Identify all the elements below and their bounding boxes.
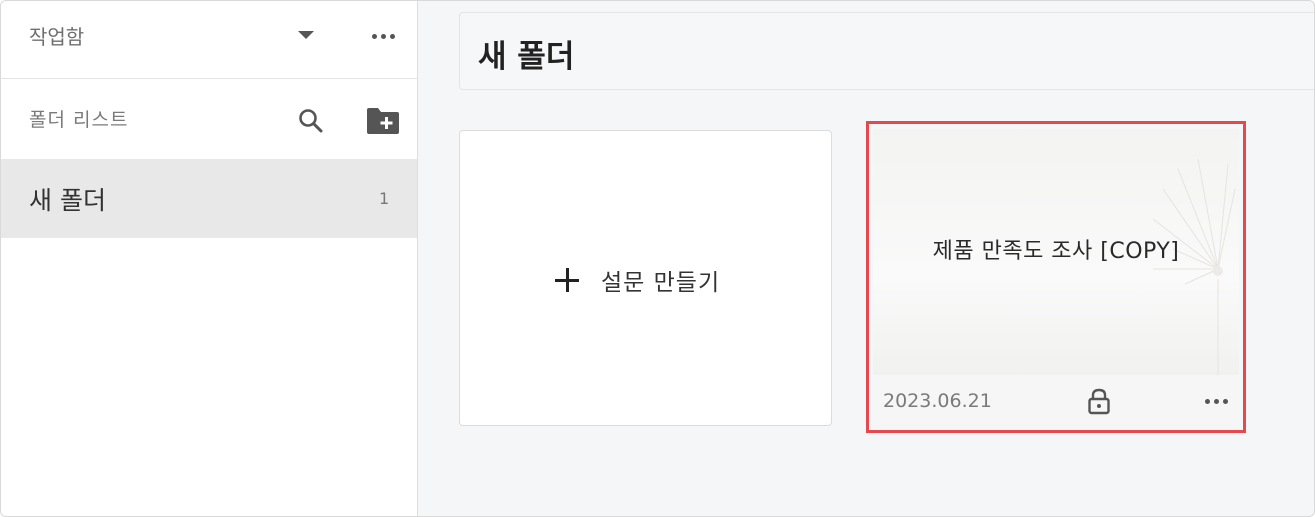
survey-card-footer: 2023.06.21 bbox=[873, 375, 1239, 429]
folder-list-label: 폴더 리스트 bbox=[29, 109, 129, 131]
survey-thumbnail: 제품 만족도 조사 [COPY] bbox=[873, 129, 1239, 375]
create-survey-content: 설문 만들기 bbox=[555, 263, 720, 297]
plus-icon bbox=[555, 268, 579, 292]
survey-title: 제품 만족도 조사 [COPY] bbox=[932, 239, 1180, 264]
survey-date: 2023.06.21 bbox=[883, 390, 992, 412]
main-content: 새 폴더 설문 만들기 제품 만족도 조사 [COPY] 2023.06.21 bbox=[418, 1, 1314, 516]
more-horizontal-icon[interactable] bbox=[1200, 390, 1232, 412]
add-folder-icon[interactable] bbox=[365, 106, 401, 136]
folder-list-header: 폴더 리스트 bbox=[1, 79, 417, 159]
create-survey-button[interactable]: 설문 만들기 bbox=[459, 130, 832, 426]
survey-card[interactable]: 제품 만족도 조사 [COPY] 2023.06.21 bbox=[866, 121, 1246, 433]
sidebar: 작업함 폴더 리스트 새 폴더 1 bbox=[1, 1, 418, 516]
page-title: 새 폴더 bbox=[478, 39, 575, 75]
workspace-header: 작업함 bbox=[1, 1, 417, 79]
lock-icon[interactable] bbox=[1086, 387, 1112, 415]
create-survey-label: 설문 만들기 bbox=[601, 270, 721, 296]
caret-down-icon[interactable] bbox=[298, 31, 314, 39]
folder-title-bar: 새 폴더 bbox=[459, 12, 1314, 90]
workspace-label: 작업함 bbox=[29, 25, 85, 49]
folder-count: 1 bbox=[379, 189, 390, 208]
app-frame: 작업함 폴더 리스트 새 폴더 1 새 폴더 설문 만들기 제품 만족도 조사 … bbox=[0, 0, 1315, 517]
sidebar-item-new-folder[interactable]: 새 폴더 1 bbox=[1, 159, 417, 238]
more-horizontal-icon[interactable] bbox=[367, 25, 399, 47]
search-icon[interactable] bbox=[297, 107, 325, 135]
folder-name: 새 폴더 bbox=[29, 186, 106, 215]
